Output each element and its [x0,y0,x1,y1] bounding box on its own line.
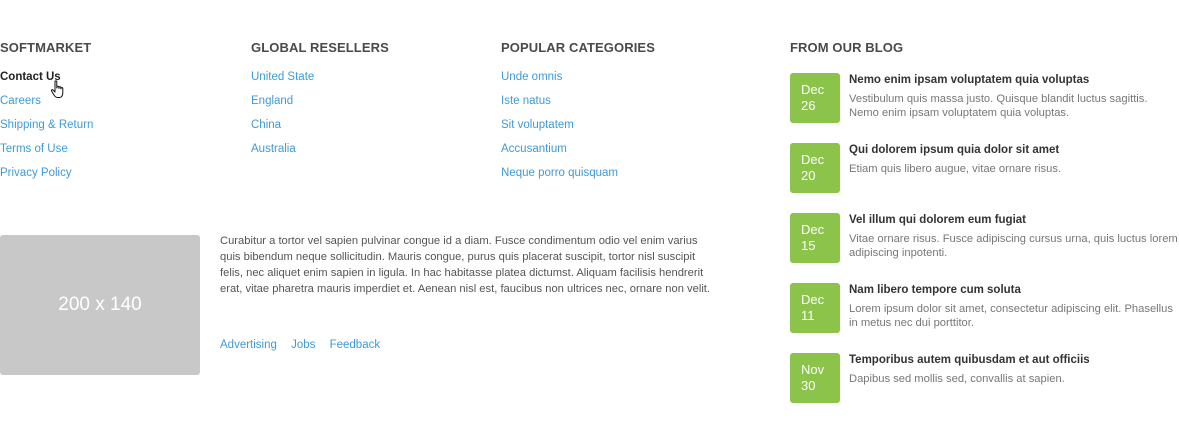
china-link[interactable]: China [251,119,281,131]
resellers-column: GLOBAL RESELLERS United State England Ch… [251,40,389,166]
blog-post: Dec 11 Nam libero tempore cum soluta Lor… [790,283,1179,353]
date-month: Dec [801,292,825,307]
blog-post-excerpt: Vitae ornare risus. Fusce adipiscing cur… [849,233,1178,259]
shipping-return-link[interactable]: Shipping & Return [0,119,93,131]
blog-post-title[interactable]: Temporibus autem quibusdam et aut offici… [849,353,1179,367]
blog-post: Dec 20 Qui dolorem ipsum quia dolor sit … [790,143,1179,213]
about-links: Advertising Jobs Feedback [220,339,391,351]
date-month: Nov [801,362,825,377]
blog-post-title[interactable]: Vel illum qui dolorem eum fugiat [849,213,1179,227]
feedback-link[interactable]: Feedback [330,339,381,351]
blog-title: FROM OUR BLOG [790,40,904,55]
date-badge: Dec 26 [790,73,840,123]
blog-post-excerpt: Dapibus sed mollis sed, convallis at sap… [849,373,1065,385]
category-link[interactable]: Iste natus [501,95,551,107]
blog-post-title[interactable]: Nemo enim ipsam voluptatem quia voluptas [849,73,1179,87]
date-day: 30 [801,378,816,393]
blog-post-excerpt: Lorem ipsum dolor sit amet, consectetur … [849,303,1173,329]
date-badge: Nov 30 [790,353,840,403]
date-day: 11 [801,308,815,323]
categories-links: Unde omnis Iste natus Sit voluptatem Acc… [501,70,655,190]
date-day: 26 [801,98,816,113]
terms-of-use-link[interactable]: Terms of Use [0,143,68,155]
date-badge: Dec 15 [790,213,840,263]
blog-post-title[interactable]: Qui dolorem ipsum quia dolor sit amet [849,143,1179,157]
blog-post: Nov 30 Temporibus autem quibusdam et aut… [790,353,1179,423]
blog-post-excerpt: Vestibulum quis massa justo. Quisque bla… [849,93,1148,119]
privacy-policy-link[interactable]: Privacy Policy [0,167,72,179]
placeholder-image: 200 x 140 [0,235,200,375]
careers-link[interactable]: Careers [0,95,41,107]
resellers-title: GLOBAL RESELLERS [251,40,389,55]
date-day: 15 [801,238,816,253]
resellers-links: United State England China Australia [251,70,389,166]
blog-post-excerpt: Etiam quis libero augue, vitae ornare ri… [849,163,1062,175]
advertising-link[interactable]: Advertising [220,339,277,351]
category-link[interactable]: Neque porro quisquam [501,167,618,179]
date-badge: Dec 20 [790,143,840,193]
jobs-link[interactable]: Jobs [291,339,315,351]
date-month: Dec [801,222,825,237]
united-state-link[interactable]: United State [251,71,314,83]
australia-link[interactable]: Australia [251,143,296,155]
date-badge: Dec 11 [790,283,840,333]
softmarket-title: SOFTMARKET [0,40,92,55]
category-link[interactable]: Unde omnis [501,71,562,83]
about-text: Curabitur a tortor vel sapien pulvinar c… [220,235,711,295]
date-day: 20 [801,168,816,183]
category-link[interactable]: Sit voluptatem [501,119,574,131]
categories-column: POPULAR CATEGORIES Unde omnis Iste natus… [501,40,655,190]
categories-title: POPULAR CATEGORIES [501,40,655,55]
blog-list: Dec 26 Nemo enim ipsam voluptatem quia v… [790,73,1179,423]
england-link[interactable]: England [251,95,293,107]
softmarket-links: Contact Us Careers Shipping & Return Ter… [0,70,93,190]
date-month: Dec [801,82,825,97]
blog-post: Dec 15 Vel illum qui dolorem eum fugiat … [790,213,1179,283]
category-link[interactable]: Accusantium [501,143,567,155]
blog-column: FROM OUR BLOG Dec 26 Nemo enim ipsam vol… [790,40,1179,423]
contact-us-link[interactable]: Contact Us [0,71,61,83]
date-month: Dec [801,152,825,167]
softmarket-column: SOFTMARKET Contact Us Careers Shipping &… [0,40,93,190]
blog-post: Dec 26 Nemo enim ipsam voluptatem quia v… [790,73,1179,143]
blog-post-title[interactable]: Nam libero tempore cum soluta [849,283,1179,297]
placeholder-image-label: 200 x 140 [58,294,142,315]
